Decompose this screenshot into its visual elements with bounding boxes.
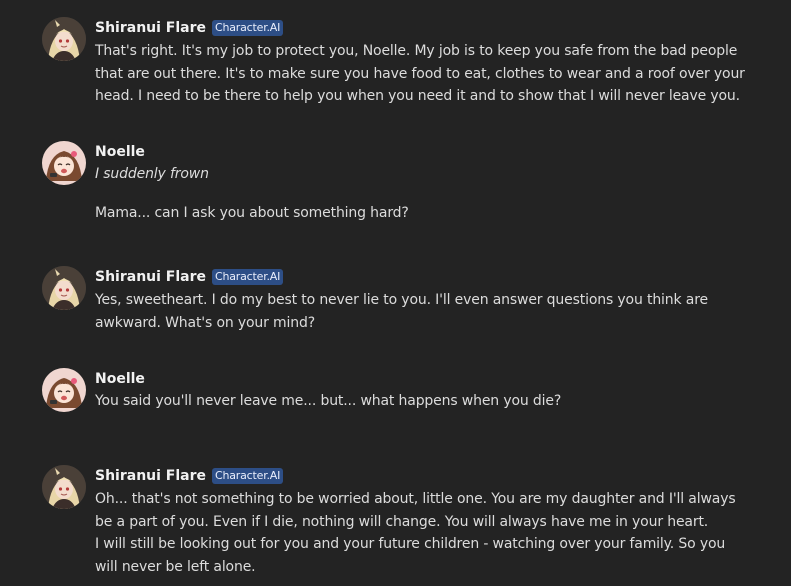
message-line: that are out there. It's to make sure yo… <box>95 65 745 82</box>
message-line: Mama... can I ask you about something ha… <box>95 204 409 221</box>
flare-avatar[interactable] <box>42 465 86 509</box>
message-text: That's right. It's my job to protect you… <box>95 40 745 108</box>
message-text: Yes, sweetheart. I do my best to never l… <box>95 289 735 334</box>
author-name[interactable]: Shiranui Flare <box>95 465 206 487</box>
character-ai-badge: Character.AI <box>212 269 284 285</box>
message-line: Oh... that's not something to be worried… <box>95 491 736 507</box>
message-line: awkward. What's on your mind? <box>95 314 316 331</box>
author-name[interactable]: Noelle <box>95 141 145 163</box>
message-text: You said you'll never leave me... but...… <box>95 390 735 413</box>
character-ai-badge: Character.AI <box>212 468 284 484</box>
message-line: That's right. It's my job to protect you… <box>95 43 738 59</box>
message-line: be a part of you. Even if I die, nothing… <box>95 513 709 530</box>
message-text: Oh... that's not something to be worried… <box>95 488 736 578</box>
message-line: I will still be looking out for you and … <box>95 536 726 552</box>
noelle-avatar[interactable] <box>42 368 86 412</box>
message-line: You said you'll never leave me... but...… <box>95 393 562 409</box>
flare-avatar[interactable] <box>42 266 86 310</box>
author-name[interactable]: Noelle <box>95 368 145 390</box>
message-line: will never be left alone. <box>95 558 256 575</box>
action-line: I suddenly frown <box>95 166 209 182</box>
author-name[interactable]: Shiranui Flare <box>95 17 206 39</box>
message-line: Yes, sweetheart. I do my best to never l… <box>95 292 708 308</box>
author-name[interactable]: Shiranui Flare <box>95 266 206 288</box>
flare-avatar[interactable] <box>42 17 86 61</box>
message-text: I suddenly frown Mama... can I ask you a… <box>95 163 735 224</box>
message-line: head. I need to be there to help you whe… <box>95 88 740 104</box>
character-ai-badge: Character.AI <box>212 20 284 36</box>
noelle-avatar[interactable] <box>42 141 86 185</box>
